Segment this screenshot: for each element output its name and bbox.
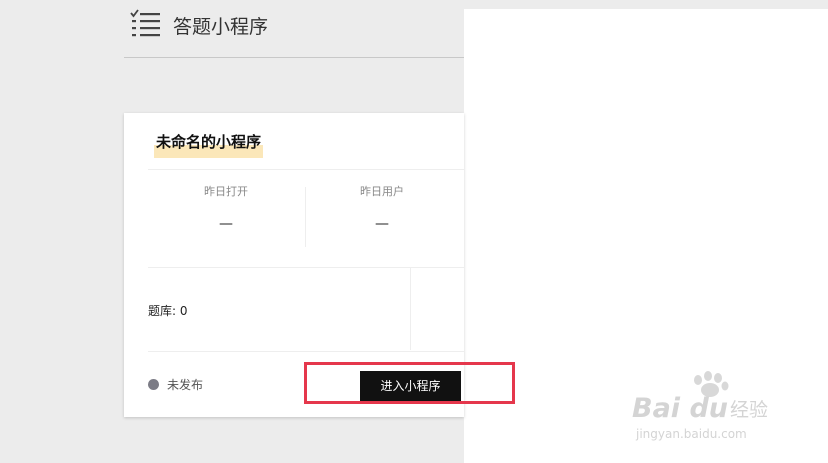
divider [148,351,464,352]
stat-yesterday-opens: 昨日打开 — [148,183,304,232]
card-title: 未命名的小程序 [154,129,264,158]
watermark-url: jingyan.baidu.com [635,427,747,441]
stat-yesterday-users: 昨日用户 — [304,183,460,232]
status-label: 未发布 [167,378,204,392]
watermark-brand-cn: 经验 [730,399,768,421]
stat-label: 昨日用户 [360,185,404,198]
enter-miniprogram-button[interactable]: 进入小程序 [360,371,461,402]
stat-value: — [375,216,389,232]
baidu-watermark: Bai du 经验 jingyan.baidu.com [632,371,768,441]
stat-label: 昨日打开 [204,185,248,198]
page-title: 答题小程序 [173,16,269,38]
list-check-icon [130,9,160,37]
page-header: 答题小程序 [124,0,464,58]
status-dot-icon [148,379,159,390]
watermark-brand: Bai du [632,393,728,424]
question-bank-count: 题库: 0 [148,304,188,318]
stat-value: — [219,216,233,232]
publish-status: 未发布 [148,376,203,393]
divider [148,169,464,170]
